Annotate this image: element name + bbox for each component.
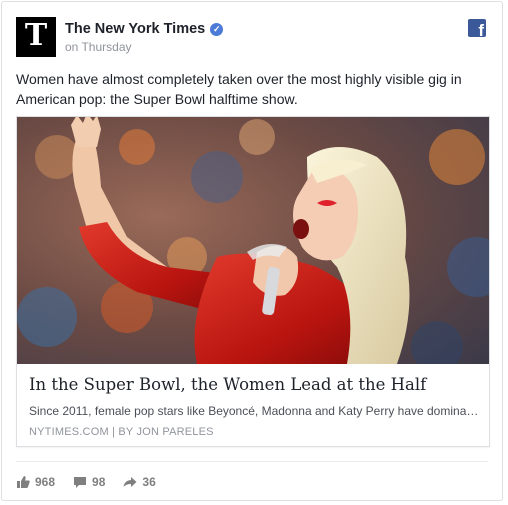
link-title[interactable]: In the Super Bowl, the Women Lead at the… [29, 375, 484, 394]
page-name[interactable]: The New York Times ✓ [65, 21, 224, 37]
shares-stat[interactable]: 36 [123, 475, 156, 489]
comment-bubble-icon [74, 476, 87, 488]
post-text: Women have almost completely taken over … [16, 71, 462, 107]
likes-stat[interactable]: 968 [17, 475, 55, 489]
link-description: Since 2011, female pop stars like Beyonc… [29, 404, 481, 418]
thumbs-up-icon [17, 476, 30, 488]
share-arrow-icon [123, 477, 137, 487]
nyt-logo-avatar[interactable]: T [16, 17, 56, 57]
post-timestamp[interactable]: on Thursday [65, 40, 132, 54]
likes-count: 968 [35, 475, 56, 489]
verified-badge-icon: ✓ [210, 22, 224, 36]
post-header: T The New York Times ✓ on Thursday f [16, 17, 488, 59]
comments-count: 98 [92, 475, 106, 489]
article-photo[interactable] [17, 117, 489, 364]
facebook-icon[interactable]: f [468, 19, 486, 37]
page-name-text[interactable]: The New York Times [65, 21, 205, 37]
link-attachment[interactable]: In the Super Bowl, the Women Lead at the… [16, 116, 490, 447]
shares-count: 36 [142, 475, 156, 489]
link-source: NYTIMES.COM | BY JON PARELES [29, 426, 214, 438]
singer-photo-illustration [17, 117, 489, 364]
engagement-bar: 968 98 36 [17, 473, 174, 491]
facebook-post-card: T The New York Times ✓ on Thursday f Wom… [1, 1, 503, 501]
comments-stat[interactable]: 98 [73, 475, 105, 489]
facebook-glyph: f [478, 21, 484, 37]
logo-glyph: T [24, 18, 48, 53]
footer-divider [16, 461, 488, 462]
